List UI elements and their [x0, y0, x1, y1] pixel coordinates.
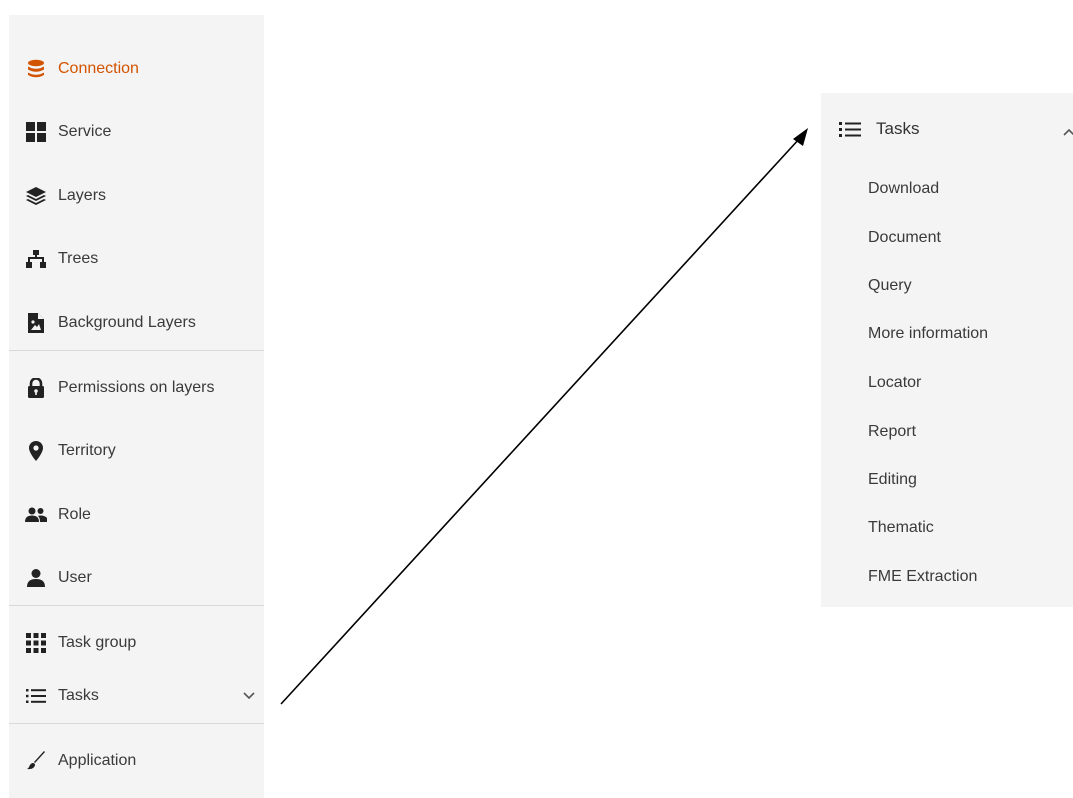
sidebar-item-label: Layers [58, 187, 107, 204]
task-item-report[interactable]: Report [868, 420, 1058, 444]
chevron-up-icon[interactable] [1063, 123, 1073, 136]
sidebar-item-label: Trees [58, 250, 99, 267]
sidebar-item-permissions-on-layers[interactable]: Permissions on layers [9, 368, 264, 408]
list-icon [25, 685, 47, 707]
sidebar-item-connection[interactable]: Connection [9, 49, 264, 89]
divider [9, 605, 264, 606]
sidebar-item-trees[interactable]: Trees [9, 239, 264, 279]
sidebar-item-background-layers[interactable]: Background Layers [9, 303, 264, 343]
sidebar-item-label: Background Layers [58, 314, 196, 331]
image-file-icon [25, 312, 47, 334]
task-item-locator[interactable]: Locator [868, 371, 1058, 395]
task-item-more-information[interactable]: More information [868, 322, 1058, 346]
task-item-download[interactable]: Download [868, 177, 1058, 201]
tasks-panel-header[interactable]: Tasks [821, 109, 1073, 149]
sidebar-item-label: Connection [58, 60, 139, 77]
sidebar-item-label: Service [58, 123, 112, 140]
chevron-down-icon[interactable] [242, 689, 256, 703]
sidebar-item-label: User [58, 569, 92, 586]
layers-icon [25, 185, 47, 207]
task-item-fme-extraction[interactable]: FME Extraction [868, 565, 1058, 589]
task-item-document[interactable]: Document [868, 226, 1058, 250]
grid-icon [25, 121, 47, 143]
sidebar-item-role[interactable]: Role [9, 495, 264, 535]
sidebar-item-application[interactable]: Application [9, 741, 264, 781]
sidebar-item-layers[interactable]: Layers [9, 176, 264, 216]
divider [9, 350, 264, 351]
map-marker-icon [25, 440, 47, 462]
apps-grid-icon [25, 632, 47, 654]
sidebar-item-label: Territory [58, 442, 116, 459]
sidebar-item-label: Role [58, 506, 91, 523]
brush-icon [25, 750, 47, 772]
sidebar-item-label: Tasks [58, 687, 99, 704]
sitemap-icon [25, 248, 47, 270]
tasks-panel-title: Tasks [876, 119, 920, 138]
sidebar-item-label: Task group [58, 634, 137, 651]
sidebar-item-service[interactable]: Service [9, 112, 264, 152]
database-icon [25, 58, 47, 80]
lock-icon [25, 377, 47, 399]
task-item-query[interactable]: Query [868, 274, 1058, 298]
users-icon [25, 504, 47, 526]
list-icon [839, 119, 863, 139]
sidebar-item-tasks[interactable]: Tasks [9, 676, 264, 716]
sidebar: Connection Service Layers Trees Backgrou… [9, 15, 264, 798]
task-item-thematic[interactable]: Thematic [868, 516, 1058, 540]
sidebar-item-user[interactable]: User [9, 558, 264, 598]
sidebar-item-label: Permissions on layers [58, 379, 215, 396]
user-icon [25, 567, 47, 589]
sidebar-item-territory[interactable]: Territory [9, 431, 264, 471]
tasks-panel: Tasks Download Document Query More infor… [821, 93, 1073, 607]
sidebar-item-label: Application [58, 752, 137, 769]
sidebar-item-task-group[interactable]: Task group [9, 623, 264, 663]
task-item-editing[interactable]: Editing [868, 468, 1058, 492]
divider [9, 723, 264, 724]
